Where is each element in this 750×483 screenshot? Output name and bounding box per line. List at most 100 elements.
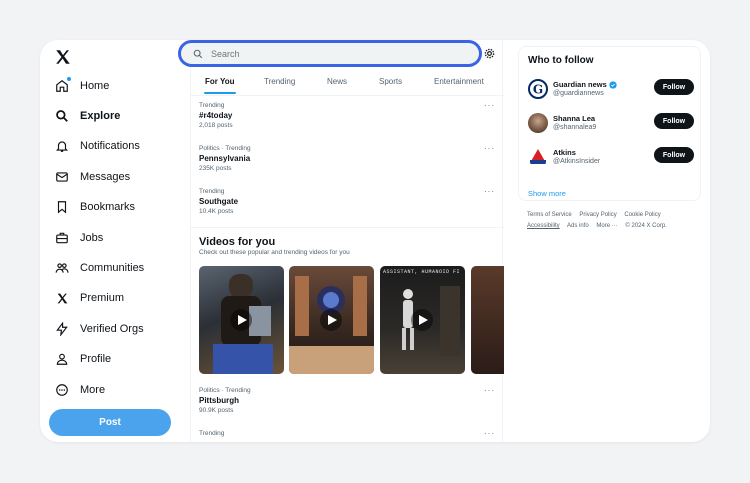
trend-count: 2,018 posts	[199, 122, 233, 129]
tab-news[interactable]: News	[327, 77, 347, 86]
sidebar-item-communities[interactable]: Communities	[48, 256, 144, 280]
footer-link-privacy[interactable]: Privacy Policy	[579, 212, 616, 218]
who-to-follow-panel: Who to follow G Guardian news @guardiann…	[518, 46, 701, 201]
trend-name: Southgate	[199, 197, 239, 206]
x-logo-icon[interactable]	[54, 48, 72, 66]
sidebar-item-verified-orgs[interactable]: Verified Orgs	[48, 317, 144, 341]
footer-link-cookie[interactable]: Cookie Policy	[624, 212, 660, 218]
svg-text:G: G	[533, 83, 543, 97]
lightning-icon	[54, 321, 70, 337]
account-handle: @shannalea9	[553, 124, 597, 131]
trend-name: Pennsylvania	[199, 154, 251, 163]
tab-sports[interactable]: Sports	[379, 77, 402, 86]
sidebar-item-label: Premium	[80, 292, 125, 304]
video-thumbnail[interactable]: ASSISTANT, HUMANOID FI	[380, 266, 465, 374]
follow-suggestion[interactable]: Shanna Lea @shannalea9 Follow	[528, 113, 694, 137]
sidebar-item-label: Profile	[80, 353, 112, 365]
trend-item[interactable]: Politics · Trending Pennsylvania 235K po…	[199, 144, 495, 174]
tab-entertainment[interactable]: Entertainment	[434, 77, 484, 86]
sidebar-item-premium[interactable]: Premium	[48, 286, 124, 310]
trend-name: #r4today	[199, 111, 233, 120]
sidebar-item-profile[interactable]: Profile	[48, 347, 111, 371]
notification-dot	[67, 77, 71, 81]
footer-links: Terms of Service Privacy Policy Cookie P…	[527, 210, 702, 232]
play-icon	[320, 309, 342, 331]
more-options-icon[interactable]: ···	[484, 386, 495, 395]
play-icon	[230, 309, 252, 331]
sidebar-item-label: Bookmarks	[80, 201, 136, 213]
search-input[interactable]	[211, 48, 451, 59]
follow-button[interactable]: Follow	[654, 79, 694, 95]
person-icon	[54, 351, 70, 367]
bell-icon	[54, 138, 70, 154]
home-icon	[54, 77, 71, 94]
active-tab-indicator	[204, 92, 236, 94]
follow-button[interactable]: Follow	[654, 147, 694, 163]
post-button[interactable]: Post	[49, 409, 171, 436]
account-handle: @guardiannews	[553, 90, 604, 97]
follow-suggestion[interactable]: G Guardian news @guardiannews Follow	[528, 79, 694, 103]
account-name: Guardian news	[553, 80, 607, 89]
briefcase-icon	[54, 230, 70, 246]
x-logo-icon	[54, 290, 70, 306]
sidebar-item-label: Verified Orgs	[80, 323, 144, 335]
app-window: Home Explore Notifications Messages Book	[40, 40, 710, 442]
sidebar-item-label: Jobs	[80, 232, 104, 244]
sidebar-item-explore[interactable]: Explore	[48, 104, 120, 128]
footer-link-accessibility[interactable]: Accessibility	[527, 223, 560, 229]
sidebar-item-label: Communities	[80, 262, 145, 274]
video-thumbnail[interactable]	[289, 266, 374, 374]
more-options-icon[interactable]: ···	[484, 101, 495, 110]
sidebar-item-home[interactable]: Home	[48, 74, 109, 98]
follow-button[interactable]: Follow	[654, 113, 694, 129]
sidebar-item-notifications[interactable]: Notifications	[48, 134, 140, 158]
more-circle-icon	[54, 382, 70, 398]
more-options-icon[interactable]: ···	[484, 144, 495, 153]
trend-item[interactable]: Trending Southgate 10.4K posts ···	[199, 187, 495, 217]
videos-section-subtitle: Check out these popular and trending vid…	[199, 249, 350, 256]
follow-suggestion[interactable]: Atkins @AtkinsInsider Follow	[528, 147, 694, 171]
show-more-link[interactable]: Show more	[528, 189, 566, 198]
videos-section-title: Videos for you	[199, 236, 276, 248]
trend-item[interactable]: Politics · Trending Pittsburgh 90.9K pos…	[199, 386, 495, 416]
trend-item[interactable]: Trending ···	[199, 429, 495, 438]
video-thumbnail[interactable]	[199, 266, 284, 374]
sidebar-item-label: Messages	[80, 171, 131, 183]
bookmark-icon	[54, 199, 70, 215]
sidebar: Home Explore Notifications Messages Book	[40, 40, 190, 442]
more-options-icon[interactable]: ···	[484, 187, 495, 196]
trend-context: Politics · Trending	[199, 145, 251, 152]
search-bar[interactable]	[178, 40, 482, 67]
gear-icon[interactable]	[484, 48, 495, 59]
account-name: Atkins	[553, 148, 576, 157]
sidebar-item-label: Notifications	[80, 140, 140, 152]
verified-badge-icon	[609, 80, 617, 89]
sidebar-item-jobs[interactable]: Jobs	[48, 226, 103, 250]
envelope-icon	[54, 169, 70, 185]
who-to-follow-title: Who to follow	[528, 55, 594, 66]
tab-for-you[interactable]: For You	[205, 77, 234, 86]
explore-tabs: For You Trending News Sports Entertainme…	[191, 74, 504, 96]
sidebar-item-bookmarks[interactable]: Bookmarks	[48, 195, 135, 219]
explore-feed: For You Trending News Sports Entertainme…	[190, 40, 504, 442]
search-icon	[193, 49, 203, 58]
footer-link-more[interactable]: More ···	[596, 223, 617, 229]
trend-count: 90.9K posts	[199, 407, 234, 414]
video-thumbnail-partial[interactable]	[471, 266, 504, 374]
footer-link-ads-info[interactable]: Ads info	[567, 223, 589, 229]
footer-link-terms[interactable]: Terms of Service	[527, 212, 572, 218]
avatar: G	[528, 79, 548, 99]
trend-name: Pittsburgh	[199, 396, 239, 405]
sidebar-item-more[interactable]: More	[48, 378, 105, 402]
sidebar-item-messages[interactable]: Messages	[48, 165, 130, 189]
people-icon	[54, 260, 70, 276]
sidebar-item-label: Home	[80, 80, 110, 92]
sidebar-item-label: Explore	[80, 110, 121, 122]
copyright: © 2024 X Corp.	[625, 223, 667, 229]
more-options-icon[interactable]: ···	[484, 429, 495, 438]
trend-count: 10.4K posts	[199, 208, 234, 215]
trend-context: Trending	[199, 430, 225, 437]
trend-item[interactable]: Trending #r4today 2,018 posts ···	[199, 101, 495, 131]
trend-count: 235K posts	[199, 165, 232, 172]
tab-trending[interactable]: Trending	[264, 77, 295, 86]
